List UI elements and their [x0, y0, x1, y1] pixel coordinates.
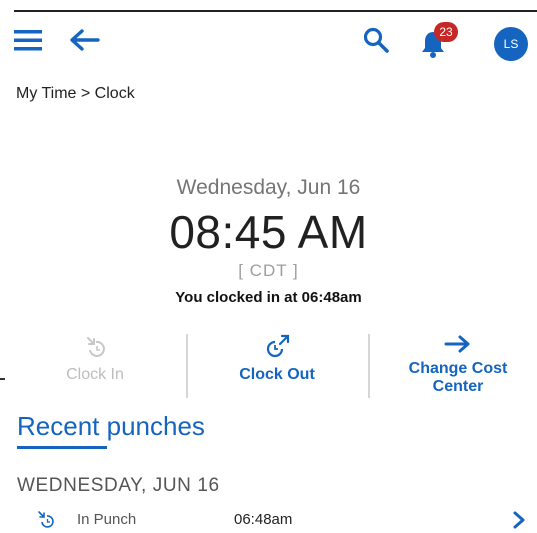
recent-punches-title: Recent punches: [17, 411, 205, 441]
arrow-left-icon: [70, 29, 100, 51]
user-avatar[interactable]: LS: [494, 27, 528, 61]
clock-out-icon: [266, 334, 290, 358]
punch-time: 06:48am: [234, 511, 293, 528]
menu-button[interactable]: [12, 26, 44, 54]
clock-in-icon: [38, 511, 54, 528]
clock-in-icon: [87, 337, 105, 357]
current-date: Wednesday, Jun 16: [176, 176, 361, 199]
punch-row[interactable]: In Punch 06:48am: [0, 508, 537, 533]
search-button[interactable]: [358, 24, 394, 56]
clock-out-button[interactable]: Clock Out: [196, 334, 358, 400]
top-border: [14, 10, 537, 12]
current-time: 08:45 AM: [169, 206, 368, 258]
change-cost-center-label-line1: Change Cost: [408, 360, 508, 377]
clock-in-label: Clock In: [66, 366, 124, 383]
clock-out-label: Clock Out: [239, 366, 315, 383]
edge-mark: [0, 378, 5, 380]
change-cost-center-button[interactable]: Change Cost Center: [378, 334, 537, 400]
change-cost-center-label-line2: Center: [432, 378, 484, 395]
chevron-right-icon: [513, 511, 525, 529]
breadcrumb: My Time > Clock: [16, 85, 135, 102]
arrow-right-icon: [444, 335, 470, 353]
notifications-button[interactable]: 23: [414, 20, 458, 60]
punch-type: In Punch: [77, 511, 137, 528]
action-divider: [186, 334, 188, 398]
timezone-label: [ CDT ]: [238, 261, 299, 280]
app-bar: 23 LS: [0, 14, 537, 66]
action-divider: [368, 334, 370, 398]
clock-in-button[interactable]: Clock In: [30, 334, 160, 400]
search-icon: [363, 27, 389, 53]
notification-badge: 23: [434, 22, 458, 42]
clock-status: You clocked in at 06:48am: [175, 289, 362, 306]
back-button[interactable]: [66, 26, 102, 54]
hamburger-menu-icon: [14, 30, 42, 51]
title-underline: [17, 446, 107, 449]
punch-day-header: WEDNESDAY, JUN 16: [17, 475, 220, 496]
